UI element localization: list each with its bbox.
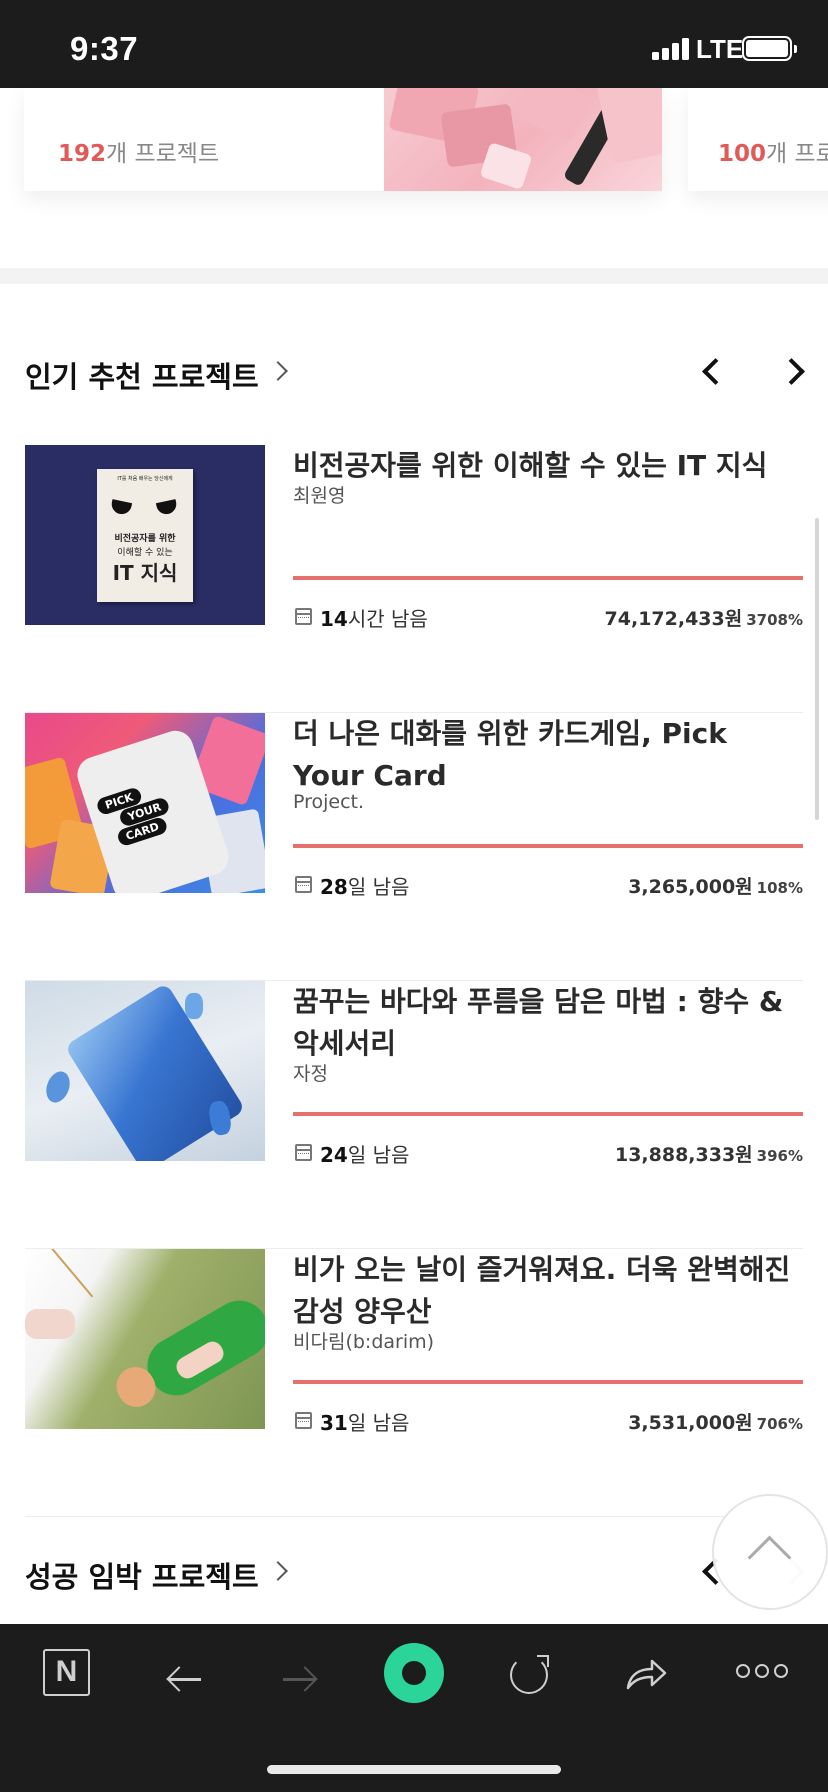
carousel-next-button[interactable]	[772, 348, 816, 392]
project-title[interactable]: 비전공자를 위한 이해할 수 있는 IT 지식	[293, 445, 803, 487]
days-left: 24일 남음	[320, 1143, 410, 1167]
section-title[interactable]: 인기 추천 프로젝트	[25, 354, 259, 396]
screen: { "status_bar": { "time": "9:37", "netwo…	[0, 0, 828, 1792]
project-thumbnail[interactable]	[25, 1249, 265, 1429]
funding-amount: 3,265,000원 108%	[628, 876, 803, 898]
project-item[interactable]: 비가 오는 날이 즐거워져요. 더욱 완벽해진 감성 양우산 비다림(b:dar…	[25, 1249, 803, 1517]
project-thumbnail[interactable]	[25, 981, 265, 1161]
popular-section-header: 인기 추천 프로젝트	[25, 348, 805, 398]
imminent-section-header: 성공 임박 프로젝트	[25, 1548, 805, 1598]
project-creator: 자정	[293, 1063, 328, 1085]
battery-icon	[742, 36, 797, 61]
back-arrow-icon[interactable]	[169, 1678, 201, 1681]
calendar-icon	[295, 608, 312, 625]
project-thumbnail[interactable]: PICK YOUR CARD	[25, 713, 265, 893]
project-creator: Project.	[293, 791, 365, 813]
category-count: 192개 프로젝트	[58, 141, 220, 167]
project-title[interactable]: 비가 오는 날이 즐거워져요. 더욱 완벽해진 감성 양우산	[293, 1249, 803, 1333]
project-thumbnail[interactable]: IT를 처음 배우는 당신에게 비전공자를 위한 이해할 수 있는 IT 지식	[25, 445, 265, 625]
category-image	[384, 88, 662, 191]
funding-progress-bar	[293, 1112, 803, 1116]
scrollbar[interactable]	[815, 518, 819, 820]
project-creator: 최원영	[293, 485, 346, 507]
project-title[interactable]: 꿈꾸는 바다와 푸름을 담은 마법 : 향수 & 악세서리	[293, 981, 803, 1065]
carousel-prev-button[interactable]	[690, 348, 734, 392]
funding-amount: 13,888,333원 396%	[614, 1144, 803, 1166]
home-indicator[interactable]	[267, 1765, 561, 1774]
green-dot-button[interactable]	[384, 1643, 444, 1703]
project-meta: 14시간 남음 74,172,433원 3708%	[293, 603, 803, 633]
project-meta: 24일 남음 13,888,333원 396%	[293, 1139, 803, 1169]
project-title[interactable]: 더 나은 대화를 위한 카드게임, Pick Your Card	[293, 713, 803, 797]
funding-progress-bar	[293, 576, 803, 580]
scroll-to-top-button[interactable]	[712, 1494, 828, 1610]
calendar-icon	[295, 876, 312, 893]
share-icon[interactable]	[624, 1656, 668, 1692]
calendar-icon	[295, 1412, 312, 1429]
section-divider	[0, 268, 828, 284]
forward-arrow-icon[interactable]	[283, 1678, 315, 1681]
project-item[interactable]: IT를 처음 배우는 당신에게 비전공자를 위한 이해할 수 있는 IT 지식 …	[25, 445, 803, 713]
funding-amount: 3,531,000원 706%	[628, 1412, 803, 1434]
funding-progress-bar	[293, 1380, 803, 1384]
category-card[interactable]: 192개 프로젝트	[24, 88, 662, 191]
days-left: 28일 남음	[320, 875, 410, 899]
project-item[interactable]: 꿈꾸는 바다와 푸름을 담은 마법 : 향수 & 악세서리 자정 24일 남음 …	[25, 981, 803, 1249]
category-count: 100개 프로	[718, 141, 828, 167]
more-icon[interactable]	[736, 1664, 788, 1680]
status-bar: 9:37 LTE	[0, 0, 828, 88]
signal-icon	[652, 36, 692, 60]
status-time: 9:37	[70, 30, 139, 67]
project-meta: 28일 남음 3,265,000원 108%	[293, 871, 803, 901]
project-meta: 31일 남음 3,531,000원 706%	[293, 1407, 803, 1437]
days-left: 31일 남음	[320, 1411, 410, 1435]
reload-icon[interactable]	[510, 1655, 549, 1694]
chevron-right-icon[interactable]	[268, 1561, 288, 1581]
days-left: 14시간 남음	[320, 607, 428, 631]
section-title[interactable]: 성공 임박 프로젝트	[25, 1554, 259, 1596]
book-cover: IT를 처음 배우는 당신에게 비전공자를 위한 이해할 수 있는 IT 지식	[97, 469, 193, 602]
calendar-icon	[295, 1144, 312, 1161]
network-label: LTE	[696, 34, 744, 64]
category-card[interactable]: 100개 프로	[688, 88, 828, 191]
funding-amount: 74,172,433원 3708%	[604, 608, 803, 630]
naver-home-icon[interactable]: N	[43, 1649, 90, 1696]
project-item[interactable]: PICK YOUR CARD 더 나은 대화를 위한 카드게임, Pick Yo…	[25, 713, 803, 981]
project-creator: 비다림(b:darim)	[293, 1331, 435, 1353]
funding-progress-bar	[293, 844, 803, 848]
chevron-right-icon[interactable]	[268, 361, 288, 381]
